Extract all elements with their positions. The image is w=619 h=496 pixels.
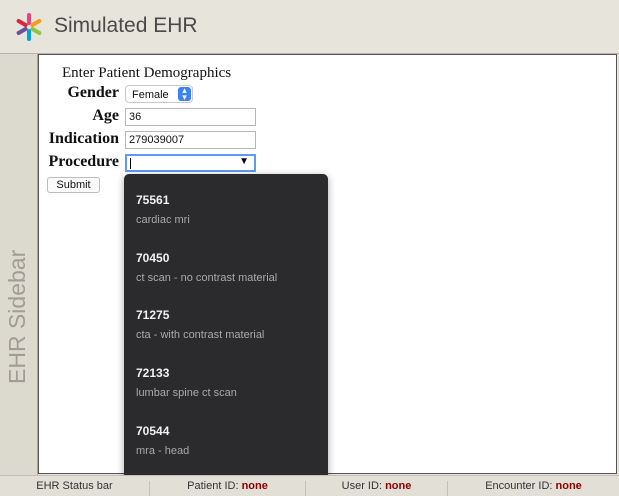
option-code: 72133 xyxy=(136,366,170,380)
patient-id-status: Patient ID: none xyxy=(150,481,306,496)
option-description: ct scan - no contrast material xyxy=(136,272,278,284)
option-code: 70544 xyxy=(136,424,170,438)
gender-selected-value: Female xyxy=(132,89,169,101)
app-header: Simulated EHR xyxy=(0,0,619,54)
age-label: Age xyxy=(92,107,119,124)
user-id-status: User ID: none xyxy=(306,481,448,496)
gender-select[interactable]: Female ▴ ▾ xyxy=(125,85,193,103)
ehr-sidebar: EHR Sidebar xyxy=(0,54,38,475)
status-bar-label: EHR Status bar xyxy=(0,481,150,496)
option-code: 71275 xyxy=(136,308,170,322)
indication-input[interactable]: 279039007 xyxy=(125,131,256,149)
app-title: Simulated EHR xyxy=(54,14,198,37)
procedure-combobox[interactable]: ▼ xyxy=(125,154,256,172)
gender-label: Gender xyxy=(67,84,119,101)
option-description: mra - head xyxy=(136,445,190,457)
encounter-id-value: none xyxy=(555,480,582,492)
user-id-value: none xyxy=(385,480,412,492)
status-bar: EHR Status bar Patient ID: none User ID:… xyxy=(0,475,619,496)
procedure-dropdown-list: 75561 cardiac mri 70450 ct scan - no con… xyxy=(124,174,328,479)
submit-button[interactable]: Submit xyxy=(47,177,100,193)
procedure-option[interactable]: 71275 cta - with contrast material xyxy=(136,308,264,341)
option-description: cta - with contrast material xyxy=(136,329,265,341)
procedure-label: Procedure xyxy=(48,153,120,170)
patient-id-value: none xyxy=(241,480,268,492)
app-logo-icon xyxy=(16,13,42,41)
procedure-option[interactable]: 72133 lumbar spine ct scan xyxy=(136,366,237,399)
option-description: lumbar spine ct scan xyxy=(136,387,237,399)
text-caret xyxy=(130,158,131,169)
option-code: 70450 xyxy=(136,251,170,265)
option-code: 75561 xyxy=(136,193,170,207)
procedure-option[interactable]: 75561 cardiac mri xyxy=(136,193,190,226)
procedure-option[interactable]: 70544 mra - head xyxy=(136,424,189,457)
form-heading: Enter Patient Demographics xyxy=(62,65,232,81)
age-input[interactable]: 36 xyxy=(125,108,256,126)
select-stepper-icon: ▴ ▾ xyxy=(178,86,191,102)
dropdown-arrow-icon[interactable]: ▼ xyxy=(239,156,249,167)
indication-label: Indication xyxy=(48,130,119,147)
option-description: cardiac mri xyxy=(136,214,190,226)
encounter-id-status: Encounter ID: none xyxy=(485,480,582,492)
procedure-option[interactable]: 70450 ct scan - no contrast material xyxy=(136,251,277,284)
sidebar-label: EHR Sidebar xyxy=(4,249,30,384)
